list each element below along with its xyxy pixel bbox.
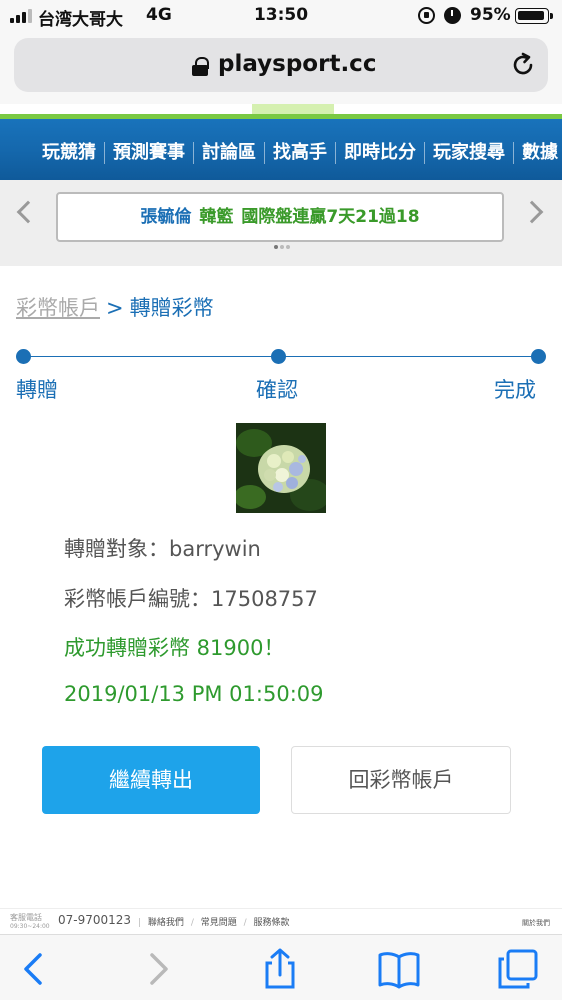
breadcrumb-separator: > — [106, 296, 124, 320]
breadcrumb-current: 轉贈彩幣 — [129, 296, 214, 320]
site-header: 玩競猜 預測賽事 討論區 找高手 即時比分 玩家搜尋 數據 — [0, 104, 562, 180]
avatar — [236, 423, 326, 513]
transfer-target: 轉贈對象：barrywin — [64, 537, 261, 561]
step-dot-confirm — [271, 349, 286, 364]
nav-item-experts[interactable]: 找高手 — [265, 142, 336, 164]
footer-link-contact[interactable]: 聯絡我們 — [148, 918, 184, 928]
transfer-timestamp: 2019/01/13 PM 01:50:09 — [64, 682, 324, 706]
nav-item-live-score[interactable]: 即時比分 — [336, 142, 425, 164]
nav-item-player-search[interactable]: 玩家搜尋 — [425, 142, 514, 164]
chevron-right-icon[interactable] — [520, 200, 544, 224]
status-bar: 台湾大哥大 4G 13:50 95% — [0, 0, 562, 32]
footer-link-about[interactable]: 關於我們 — [522, 918, 550, 928]
browser-address-area: playsport.cc — [0, 32, 562, 104]
header-accent-line — [0, 114, 562, 119]
footer-link-faq[interactable]: 常見問題 — [201, 918, 237, 928]
battery-fill — [518, 11, 544, 20]
forward-icon[interactable] — [136, 947, 180, 991]
header-tab-strip — [0, 104, 562, 114]
step-dot-complete — [531, 349, 546, 364]
ticker-player-name: 張毓倫 — [140, 207, 192, 227]
battery-percent: 95% — [470, 5, 511, 25]
service-label-block: 客服電話 09:30~24:00 — [10, 913, 50, 931]
tabs-icon[interactable] — [496, 947, 540, 991]
site-footer: 客服電話 09:30~24:00 07-9700123 | 聯絡我們 / 常見問… — [0, 908, 562, 934]
url-text[interactable]: playsport.cc — [218, 51, 376, 77]
step-label-confirm: 確認 — [256, 378, 298, 402]
share-icon[interactable] — [258, 947, 302, 991]
service-label: 客服電話 — [10, 913, 42, 922]
step-label-complete: 完成 — [494, 378, 536, 402]
service-hours: 09:30~24:00 — [10, 923, 50, 930]
bookmarks-icon[interactable] — [377, 947, 421, 991]
continue-transfer-button[interactable]: 繼續轉出 — [42, 746, 260, 814]
nav-item-forum[interactable]: 討論區 — [194, 142, 265, 164]
success-message: 成功轉贈彩幣 81900！ — [64, 636, 285, 660]
chevron-left-icon[interactable] — [16, 200, 40, 224]
back-to-account-button[interactable]: 回彩幣帳戶 — [291, 746, 511, 814]
ticker-record: 國際盤連贏7天21過18 — [241, 207, 420, 227]
browser-toolbar — [0, 934, 562, 1000]
account-number: 彩幣帳戶編號：17508757 — [64, 587, 318, 611]
header-tab-active — [252, 104, 334, 114]
alarm-icon — [444, 7, 461, 24]
breadcrumb-parent-link[interactable]: 彩幣帳戶 — [16, 296, 100, 320]
main-nav: 玩競猜 預測賽事 討論區 找高手 即時比分 玩家搜尋 數據 — [34, 142, 562, 164]
back-icon[interactable] — [12, 947, 56, 991]
ticker-team: 韓籃 — [199, 207, 234, 227]
lock-icon — [192, 57, 209, 76]
step-dot-transfer — [16, 349, 31, 364]
service-phone[interactable]: 07-9700123 — [58, 913, 131, 927]
nav-item-predict[interactable]: 預測賽事 — [105, 142, 194, 164]
nav-item-stats[interactable]: 數據 — [514, 142, 562, 164]
ticker-pagination — [274, 245, 290, 249]
battery-icon — [515, 8, 549, 24]
nav-item-quiz[interactable]: 玩競猜 — [34, 142, 105, 164]
ticker-banner[interactable]: 張毓倫 韓籃 國際盤連贏7天21過18 — [56, 192, 504, 242]
reload-icon[interactable] — [510, 52, 536, 78]
orientation-lock-icon — [418, 7, 435, 24]
breadcrumb: 彩幣帳戶 > 轉贈彩幣 — [16, 292, 214, 322]
footer-links: | 聯絡我們 / 常見問題 / 服務條款 — [138, 918, 290, 928]
ticker-area: 張毓倫 韓籃 國際盤連贏7天21過18 — [0, 180, 562, 266]
battery-cap — [550, 13, 553, 19]
step-label-transfer: 轉贈 — [16, 378, 58, 402]
address-bar[interactable]: playsport.cc — [14, 38, 548, 92]
footer-link-terms[interactable]: 服務條款 — [254, 918, 290, 928]
